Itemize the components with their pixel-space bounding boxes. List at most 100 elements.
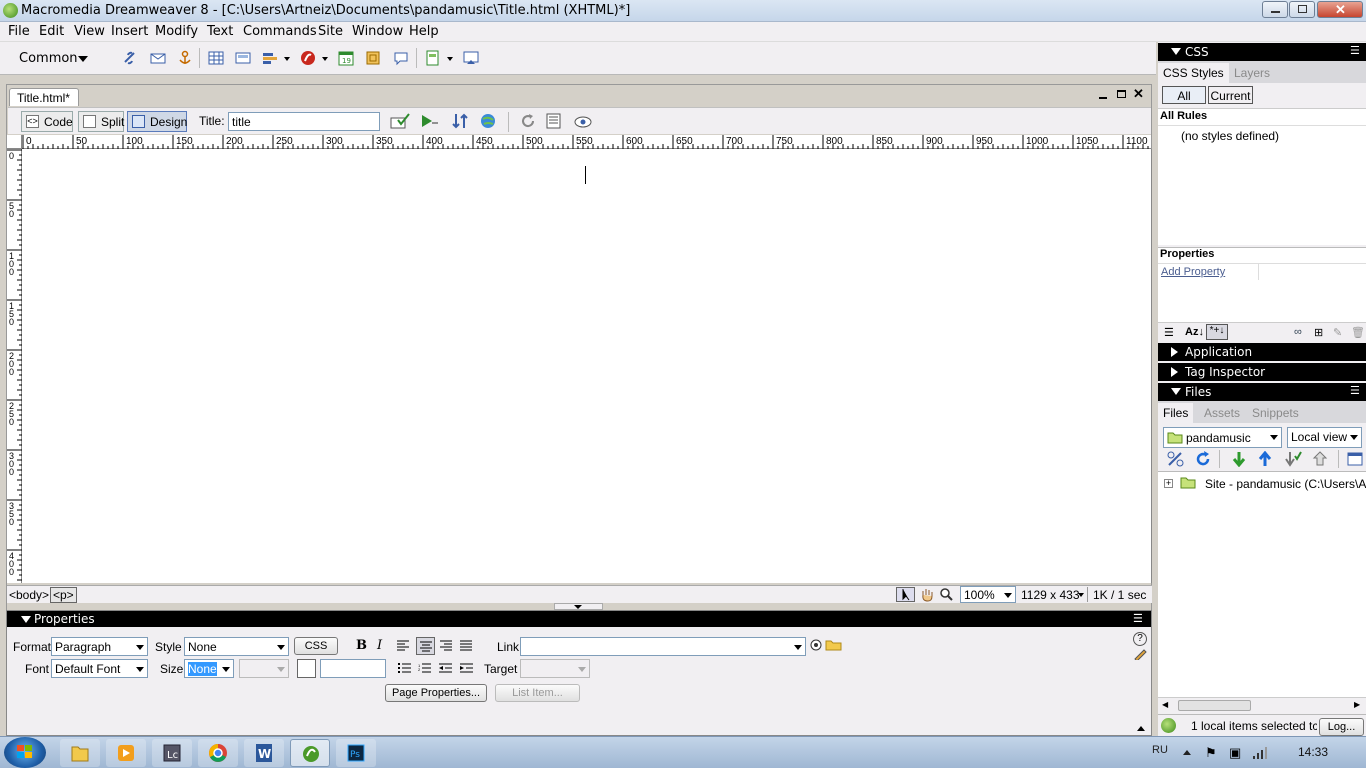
server-side-include-icon[interactable] xyxy=(365,50,381,66)
expand-site-icon[interactable] xyxy=(1347,451,1363,467)
refresh-icon[interactable] xyxy=(520,113,536,129)
check-in-icon[interactable] xyxy=(1312,451,1328,467)
link-input[interactable] xyxy=(520,637,806,656)
templates-icon[interactable] xyxy=(425,50,441,66)
align-right-icon[interactable] xyxy=(440,640,452,651)
tab-layers[interactable]: Layers xyxy=(1229,63,1275,83)
images-icon[interactable] xyxy=(262,50,278,66)
zoom-tool-icon[interactable] xyxy=(939,587,955,602)
help-icon[interactable]: ? xyxy=(1133,632,1147,646)
email-link-icon[interactable] xyxy=(150,50,166,66)
check-out-icon[interactable] xyxy=(1284,451,1302,467)
document-title-input[interactable]: title xyxy=(228,112,380,131)
tab-files[interactable]: Files xyxy=(1158,403,1194,423)
doc-close-icon[interactable]: ✕ xyxy=(1133,86,1144,102)
menu-site[interactable]: Site xyxy=(318,24,343,39)
insert-category[interactable]: Common xyxy=(19,51,78,66)
property-inspector-header[interactable]: Properties ☰ xyxy=(7,611,1151,627)
clock[interactable]: 14:33 xyxy=(1298,745,1328,759)
new-css-rule-icon[interactable]: ⊞ xyxy=(1314,326,1323,339)
put-files-icon[interactable] xyxy=(1257,451,1273,467)
panel-options-icon[interactable]: ☰ xyxy=(1350,384,1360,397)
menu-file[interactable]: File xyxy=(8,24,30,39)
point-to-file-icon[interactable] xyxy=(810,639,822,651)
menu-help[interactable]: Help xyxy=(409,24,439,39)
unordered-list-icon[interactable] xyxy=(398,663,411,674)
scroll-thumb[interactable] xyxy=(1178,700,1251,711)
taskbar-dreamweaver-icon[interactable] xyxy=(290,739,330,767)
check-browser-icon[interactable] xyxy=(420,113,438,129)
log-button[interactable]: Log... xyxy=(1319,718,1364,736)
date-icon[interactable]: 19 xyxy=(338,50,354,66)
menu-commands[interactable]: Commands xyxy=(243,24,317,39)
hand-tool-icon[interactable] xyxy=(919,587,935,602)
text-color-picker[interactable] xyxy=(297,659,316,678)
bold-button[interactable]: B xyxy=(356,638,367,653)
category-view-icon[interactable]: ☰ xyxy=(1164,326,1174,339)
taskbar-media-player-icon[interactable] xyxy=(106,739,146,767)
application-panel-header[interactable]: Application xyxy=(1158,343,1366,361)
browse-folder-icon[interactable] xyxy=(825,639,842,651)
scroll-left-icon[interactable]: ◀ xyxy=(1162,700,1168,709)
ruler-origin[interactable] xyxy=(7,135,22,149)
doc-minimize-icon[interactable] xyxy=(1099,97,1107,99)
div-icon[interactable] xyxy=(235,50,251,66)
style-select[interactable]: None xyxy=(184,637,289,656)
page-properties-button[interactable]: Page Properties... xyxy=(385,684,487,702)
indent-icon[interactable] xyxy=(460,663,473,674)
close-button[interactable]: ✕ xyxy=(1317,1,1363,18)
menu-edit[interactable]: Edit xyxy=(39,24,64,39)
tray-app-icon[interactable]: ▣ xyxy=(1229,745,1241,761)
window-size[interactable]: 1129 x 433 xyxy=(1021,588,1080,602)
css-panel-header[interactable]: CSS ☰ xyxy=(1158,43,1366,61)
list-view-icon[interactable]: Az↓ xyxy=(1185,326,1204,338)
connect-icon[interactable] xyxy=(1167,451,1185,467)
tab-css-styles[interactable]: CSS Styles xyxy=(1158,63,1229,83)
design-canvas[interactable] xyxy=(22,149,1151,583)
tab-assets[interactable]: Assets xyxy=(1199,403,1245,423)
files-hscrollbar[interactable]: ◀ ▶ xyxy=(1158,697,1366,713)
quick-tag-editor-icon[interactable] xyxy=(1134,648,1148,660)
media-icon[interactable] xyxy=(300,50,316,66)
hyperlink-icon[interactable] xyxy=(122,50,138,66)
minimize-button[interactable] xyxy=(1262,1,1288,18)
get-files-icon[interactable] xyxy=(1231,451,1247,467)
size-select[interactable]: None xyxy=(184,659,234,678)
outdent-icon[interactable] xyxy=(439,663,452,674)
menu-text[interactable]: Text xyxy=(207,24,233,39)
files-panel-header[interactable]: Files ☰ xyxy=(1158,383,1366,401)
validate-markup-icon[interactable] xyxy=(390,113,410,129)
text-color-input[interactable] xyxy=(320,659,386,678)
table-icon[interactable] xyxy=(208,50,224,66)
window-size-dropdown-icon[interactable] xyxy=(1078,593,1084,597)
italic-button[interactable]: I xyxy=(377,638,382,653)
current-mode-button[interactable]: Current xyxy=(1208,86,1253,104)
refresh-files-icon[interactable] xyxy=(1195,451,1211,467)
file-management-icon[interactable] xyxy=(451,113,468,129)
start-button[interactable] xyxy=(4,737,46,768)
menu-view[interactable]: View xyxy=(74,24,105,39)
panel-options-icon[interactable]: ☰ xyxy=(1350,44,1360,57)
select-tool-icon[interactable] xyxy=(896,587,915,602)
tag-chooser-icon[interactable] xyxy=(463,50,479,66)
properties-collapse-handle[interactable] xyxy=(554,603,603,610)
attach-stylesheet-icon[interactable]: ∞ xyxy=(1294,326,1302,338)
align-center-icon[interactable] xyxy=(416,637,435,655)
document-tab[interactable]: Title.html* xyxy=(9,88,79,106)
visual-aids-icon[interactable] xyxy=(574,113,592,129)
taskbar-explorer-icon[interactable] xyxy=(60,739,100,767)
menu-insert[interactable]: Insert xyxy=(111,24,148,39)
all-mode-button[interactable]: All xyxy=(1162,86,1206,104)
tag-body[interactable]: <body> xyxy=(9,588,49,602)
code-view-button[interactable]: <> Code xyxy=(21,111,73,132)
site-select[interactable]: pandamusic xyxy=(1163,427,1282,448)
align-left-icon[interactable] xyxy=(397,640,409,651)
ordered-list-icon[interactable]: 12 xyxy=(418,663,431,674)
doc-restore-icon[interactable] xyxy=(1117,90,1126,98)
expand-properties-icon[interactable] xyxy=(1137,726,1145,731)
css-button[interactable]: CSS xyxy=(294,637,338,655)
tab-snippets[interactable]: Snippets xyxy=(1247,403,1304,423)
panel-options-icon[interactable]: ☰ xyxy=(1133,612,1143,625)
taskbar-chrome-icon[interactable] xyxy=(198,739,238,767)
split-view-button[interactable]: Split xyxy=(78,111,124,132)
